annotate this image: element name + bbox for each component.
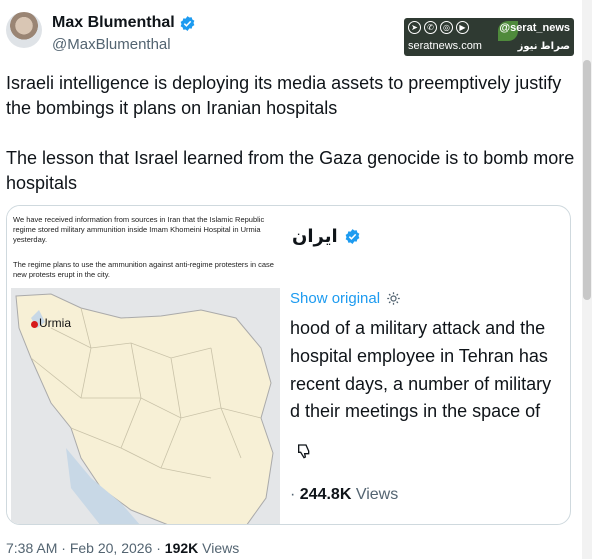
author-display-name[interactable]: Max Blumenthal: [52, 14, 175, 32]
urmia-marker-icon: [31, 321, 38, 328]
map-city-label: Urmia: [39, 316, 71, 330]
avatar[interactable]: [6, 12, 42, 48]
media-caption-2: The regime plans to use the ammunition a…: [13, 260, 274, 279]
verified-badge-icon: [345, 229, 360, 244]
media-caption-1: We have received information from source…: [13, 215, 265, 244]
media-views-line: · 244.8K Views: [290, 486, 399, 503]
whatsapp-icon: ✆: [424, 21, 437, 34]
watermark-social-icons: ➤ ✆ ◎ ▶: [408, 21, 469, 34]
tweet-paragraph: The lesson that Israel learned from the …: [6, 148, 575, 193]
tweet-media-image[interactable]: We have received information from source…: [6, 205, 571, 525]
author-handle[interactable]: @MaxBlumenthal: [52, 36, 171, 53]
watermark: ➤ ✆ ◎ ▶ @serat_news seratnews.com صراط ن…: [404, 18, 574, 56]
tweet-views-count: 192K: [164, 540, 199, 556]
quoted-account-name: ایران: [292, 226, 361, 247]
tweet-text: Israeli intelligence is deploying its me…: [6, 71, 580, 221]
tweet-date[interactable]: Feb 20, 2026: [70, 540, 153, 556]
watermark-site: seratnews.com: [408, 40, 482, 52]
tweet-views-label: Views: [202, 540, 240, 556]
gear-icon: [387, 292, 400, 305]
watermark-arabic-name: صراط نیوز: [517, 41, 570, 52]
media-body-line: recent days, a number of military: [290, 374, 552, 394]
media-body-line: d their meetings in the space of: [290, 401, 541, 421]
scrollbar[interactable]: [582, 0, 592, 559]
tweet-paragraph: Israeli intelligence is deploying its me…: [6, 73, 562, 118]
tweet-meta: 7:38 AM · Feb 20, 2026 · 192K Views: [6, 540, 240, 556]
scrollbar-thumb[interactable]: [583, 60, 591, 300]
tweet-time[interactable]: 7:38 AM: [6, 540, 57, 556]
aparat-icon: ▶: [456, 21, 469, 34]
show-original-link: Show original: [290, 290, 401, 307]
instagram-icon: ◎: [440, 21, 453, 34]
telegram-icon: ➤: [408, 21, 421, 34]
media-left-panel: We have received information from source…: [7, 206, 282, 524]
thumbs-down-icon: [298, 444, 310, 459]
verified-badge-icon: [180, 15, 195, 31]
media-body-line: hood of a military attack and the: [290, 318, 546, 338]
media-right-panel: ایران Show original hood of a military a…: [282, 206, 570, 524]
watermark-handle: @serat_news: [499, 22, 570, 34]
author-name-row: Max Blumenthal: [52, 14, 196, 32]
media-body-line: hospital employee in Tehran has: [290, 346, 548, 366]
